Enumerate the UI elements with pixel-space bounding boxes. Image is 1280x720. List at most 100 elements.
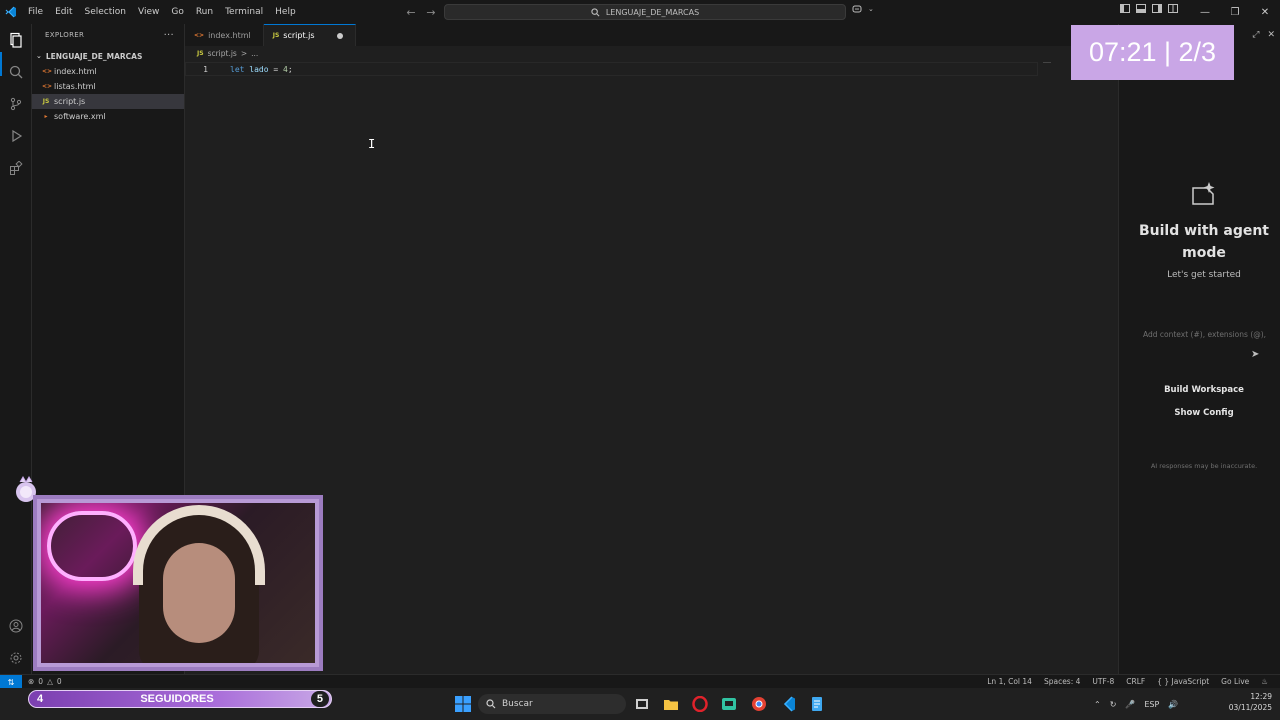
- html-file-icon: <>: [42, 83, 53, 90]
- maximize-icon[interactable]: ⤢: [1252, 30, 1259, 40]
- code-text[interactable]: let lado = 4;: [214, 65, 293, 74]
- source-control-icon[interactable]: [6, 94, 26, 114]
- show-config-button[interactable]: Show Config: [1119, 408, 1280, 418]
- close-icon[interactable]: ✕: [1267, 30, 1275, 40]
- build-workspace-button[interactable]: Build Workspace: [1119, 385, 1280, 395]
- file-label: index.html: [54, 67, 97, 76]
- chevron-up-icon[interactable]: ⌃: [1094, 700, 1101, 709]
- layout-panel-icon[interactable]: [1136, 4, 1146, 13]
- vscode-logo-icon: [0, 0, 22, 24]
- status-bar: ⇅ ⊗ 0 △ 0 Ln 1, Col 14 Spaces: 4 UTF-8 C…: [0, 674, 1280, 689]
- file-label: listas.html: [54, 82, 96, 91]
- agent-mode-subtitle: Let's get started: [1167, 270, 1241, 280]
- explorer-icon[interactable]: [6, 30, 26, 50]
- followers-count: 4: [37, 693, 44, 705]
- active-indicator: [0, 52, 2, 76]
- layout-controls: [1120, 4, 1178, 13]
- followers-label: SEGUIDORES: [140, 693, 214, 705]
- followers-goal-bar: 4 SEGUIDORES 5: [28, 690, 332, 708]
- clock-date: 03/11/2025: [1228, 703, 1272, 712]
- chat-input[interactable]: Add context (#), extensions (@),: [1143, 330, 1266, 339]
- breadcrumb: JS script.js > ...: [185, 46, 1118, 60]
- task-view-icon[interactable]: [634, 696, 650, 712]
- menu-view[interactable]: View: [132, 0, 165, 24]
- language-mode[interactable]: { } JavaScript: [1157, 675, 1209, 688]
- tab-label: script.js: [283, 31, 315, 40]
- more-actions-icon[interactable]: ···: [164, 30, 174, 41]
- html-file-icon: <>: [194, 31, 205, 39]
- file-software-xml[interactable]: ▸ software.xml: [32, 109, 184, 124]
- taskbar-search-input[interactable]: Buscar: [478, 694, 626, 714]
- explorer-header: EXPLORER ···: [32, 24, 184, 46]
- copilot-menu[interactable]: ⌄: [852, 4, 874, 14]
- search-icon[interactable]: [6, 62, 26, 82]
- menu-help[interactable]: Help: [269, 0, 302, 24]
- chevron-down-icon: ⌄: [36, 52, 42, 60]
- streamlabs-icon[interactable]: [721, 696, 737, 712]
- send-icon[interactable]: ➤: [1251, 349, 1259, 360]
- line-ending[interactable]: CRLF: [1126, 675, 1145, 688]
- tab-index-html[interactable]: <> index.html: [185, 24, 264, 46]
- opera-icon[interactable]: [692, 696, 708, 712]
- taskbar-clock[interactable]: 12:29 03/11/2025: [1226, 691, 1272, 713]
- file-script-js[interactable]: JS script.js: [32, 94, 184, 109]
- breadcrumb-file[interactable]: script.js: [208, 49, 237, 58]
- menu-edit[interactable]: Edit: [49, 0, 78, 24]
- notepad-icon[interactable]: [809, 696, 825, 712]
- menu-terminal[interactable]: Terminal: [219, 0, 269, 24]
- restore-icon[interactable]: ❐: [1220, 0, 1250, 24]
- editor-tabs: <> index.html JS script.js: [185, 24, 1118, 46]
- code-line[interactable]: 1 let lado = 4;: [185, 62, 1038, 76]
- microphone-icon[interactable]: 🎤: [1125, 700, 1135, 709]
- vscode-taskbar-icon[interactable]: [780, 696, 796, 712]
- title-bar: File Edit Selection View Go Run Terminal…: [0, 0, 1280, 24]
- volume-icon[interactable]: 🔊: [1168, 700, 1178, 709]
- remote-indicator-icon[interactable]: ⇅: [0, 675, 22, 689]
- unsaved-dot-icon[interactable]: [336, 32, 343, 39]
- menu-go[interactable]: Go: [165, 0, 189, 24]
- clock-time: 12:29: [1250, 692, 1272, 701]
- file-listas-html[interactable]: <> listas.html: [32, 79, 184, 94]
- chevron-down-icon: ⌄: [868, 5, 874, 13]
- go-live-button[interactable]: Go Live: [1221, 675, 1249, 688]
- forward-arrow-icon[interactable]: →: [424, 4, 438, 20]
- minimize-icon[interactable]: —: [1190, 0, 1220, 24]
- windows-start-icon[interactable]: [455, 696, 471, 712]
- cursor-position[interactable]: Ln 1, Col 14: [987, 675, 1032, 688]
- system-tray: ⌃ ↻ 🎤 ESP 🔊: [1094, 688, 1178, 720]
- search-placeholder: Buscar: [502, 699, 533, 709]
- minimap[interactable]: [1043, 62, 1051, 63]
- menu-selection[interactable]: Selection: [79, 0, 132, 24]
- problems-indicator[interactable]: ⊗ 0 △ 0: [28, 675, 62, 688]
- menu-run[interactable]: Run: [190, 0, 219, 24]
- back-arrow-icon[interactable]: ←: [404, 4, 418, 20]
- run-debug-icon[interactable]: [6, 126, 26, 146]
- chrome-icon[interactable]: [751, 696, 767, 712]
- indentation[interactable]: Spaces: 4: [1044, 675, 1080, 688]
- folder-lenguaje-de-marcas[interactable]: ⌄ LENGUAJE_DE_MARCAS: [32, 48, 184, 64]
- menu-file[interactable]: File: [22, 0, 49, 24]
- close-icon[interactable]: ✕: [1250, 0, 1280, 24]
- status-right-items: Ln 1, Col 14 Spaces: 4 UTF-8 CRLF { } Ja…: [987, 675, 1268, 688]
- language-indicator[interactable]: ESP: [1144, 700, 1159, 709]
- code-editor[interactable]: 1 let lado = 4;: [185, 60, 1118, 674]
- extensions-icon[interactable]: [6, 158, 26, 178]
- sync-icon[interactable]: ↻: [1110, 700, 1117, 709]
- stream-timer: 07:21 | 2/3: [1071, 25, 1234, 80]
- token-operator: =: [273, 64, 279, 74]
- customize-layout-icon[interactable]: [1168, 4, 1178, 13]
- tab-script-js[interactable]: JS script.js: [263, 24, 356, 46]
- breadcrumb-rest[interactable]: ...: [251, 49, 258, 58]
- layout-secondary-sidebar-icon[interactable]: [1152, 4, 1162, 13]
- layout-sidebar-icon[interactable]: [1120, 4, 1130, 13]
- account-icon[interactable]: [6, 616, 26, 636]
- warning-icon: △: [47, 677, 53, 686]
- chat-panel: ⤢ ✕ Build with agent mode Let's get star…: [1118, 24, 1280, 674]
- file-index-html[interactable]: <> index.html: [32, 64, 184, 79]
- encoding[interactable]: UTF-8: [1092, 675, 1114, 688]
- gear-icon[interactable]: [6, 648, 26, 668]
- file-explorer-icon[interactable]: [663, 696, 679, 712]
- bell-icon[interactable]: ♨: [1261, 675, 1268, 688]
- command-center[interactable]: LENGUAJE_DE_MARCAS: [444, 4, 846, 20]
- menu-bar: File Edit Selection View Go Run Terminal…: [22, 0, 302, 24]
